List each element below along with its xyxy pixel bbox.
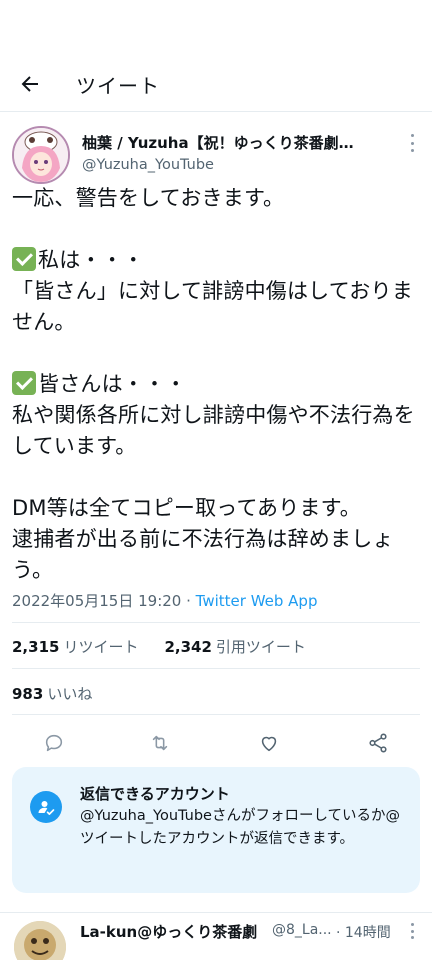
tweet-text: 一応、警告をしておきます。 私は・・・ 「皆さん」に対して誹謗中傷はしておりませ… — [12, 183, 422, 586]
tweet-detail-screen: ツイート 柚葉 / Yuzuha【祝！ゆっくり茶番劇… @Yuzuha_YouT… — [0, 0, 432, 960]
meta-separator: · — [181, 592, 196, 610]
reply-restriction-card: 返信できるアカウント @Yuzuha_YouTubeさんがフォローしているか@ツ… — [12, 767, 420, 893]
likes-stat[interactable]: 983 いいね — [12, 683, 92, 704]
quotes-count: 2,342 — [164, 638, 212, 656]
divider — [12, 622, 420, 623]
tweet-block2-head: 皆さんは・・・ — [38, 372, 187, 396]
action-bar — [0, 725, 432, 761]
quotes-label: 引用ツイート — [215, 638, 306, 656]
retweets-stat[interactable]: 2,315 リツイート — [12, 636, 138, 657]
reply-button[interactable] — [36, 725, 72, 761]
like-icon — [261, 736, 277, 752]
more-icon — [410, 134, 414, 137]
retweet-button[interactable] — [142, 725, 178, 761]
tweet-block1-head: 私は・・・ — [38, 248, 144, 272]
reply-restriction-icon — [30, 791, 62, 823]
tweet-line-1: 一応、警告をしておきます。 — [12, 186, 285, 210]
back-arrow-icon — [21, 76, 38, 92]
author-handle[interactable]: @Yuzuha_YouTube — [82, 157, 214, 173]
divider — [12, 714, 420, 715]
likes-count: 983 — [12, 685, 44, 703]
retweets-label: リツイート — [63, 638, 139, 656]
more-button[interactable] — [406, 134, 418, 152]
share-icon — [369, 733, 387, 753]
retweets-count: 2,315 — [12, 638, 60, 656]
reply-time: · 14時間 — [336, 925, 391, 941]
likes-row: 983 いいね — [12, 683, 114, 704]
stats-row: 2,315 リツイート 2,342 引用ツイート — [12, 636, 328, 657]
tweet-source[interactable]: Twitter Web App — [196, 592, 318, 610]
more-icon — [410, 923, 414, 926]
reply-avatar-image — [14, 921, 66, 960]
tweet-author: 柚葉 / Yuzuha【祝！ゆっくり茶番劇… @Yuzuha_YouTube — [12, 124, 420, 186]
divider — [12, 668, 420, 669]
tweet-block1-body: 「皆さん」に対して誹謗中傷はしておりません。 — [12, 279, 413, 334]
reply-icon — [45, 734, 63, 752]
like-button[interactable] — [251, 725, 287, 761]
share-button[interactable] — [360, 725, 396, 761]
quotes-stat[interactable]: 2,342 引用ツイート — [164, 636, 305, 657]
likes-label: いいね — [47, 685, 93, 703]
avatar-illustration — [14, 128, 68, 182]
top-bar: ツイート — [0, 56, 432, 112]
reply-author-name[interactable]: La-kun@ゆっくり茶番劇 — [80, 921, 257, 942]
retweet-icon — [152, 735, 168, 751]
check-mark-icon — [12, 247, 36, 271]
reply-avatar[interactable] — [14, 921, 66, 960]
check-mark-icon — [12, 371, 36, 395]
back-button[interactable] — [14, 68, 46, 100]
tweet-datetime[interactable]: 2022年05月15日 19:20 — [12, 592, 181, 610]
reply-more-button[interactable] — [406, 923, 418, 939]
reply-author-handle[interactable]: @8_La... — [272, 922, 332, 938]
author-avatar[interactable] — [12, 126, 70, 184]
author-name[interactable]: 柚葉 / Yuzuha【祝！ゆっくり茶番劇… — [82, 132, 392, 153]
reply-preview[interactable]: La-kun@ゆっくり茶番劇 @8_La... · 14時間 — [0, 912, 432, 960]
tweet-block2-body: 私や関係各所に対し誹謗中傷や不法行為をしています。 — [12, 403, 415, 458]
tweet-block3: DM等は全てコピー取ってあります。 逮捕者が出る前に不法行為は辞めましょう。 — [12, 496, 394, 582]
tweet-meta: 2022年05月15日 19:20 · Twitter Web App — [12, 590, 317, 611]
page-title: ツイート — [76, 74, 160, 98]
reply-card-title: 返信できるアカウント — [80, 785, 230, 803]
reply-card-text: @Yuzuha_YouTubeさんがフォローしているか@ツイートしたアカウントが… — [80, 808, 401, 847]
